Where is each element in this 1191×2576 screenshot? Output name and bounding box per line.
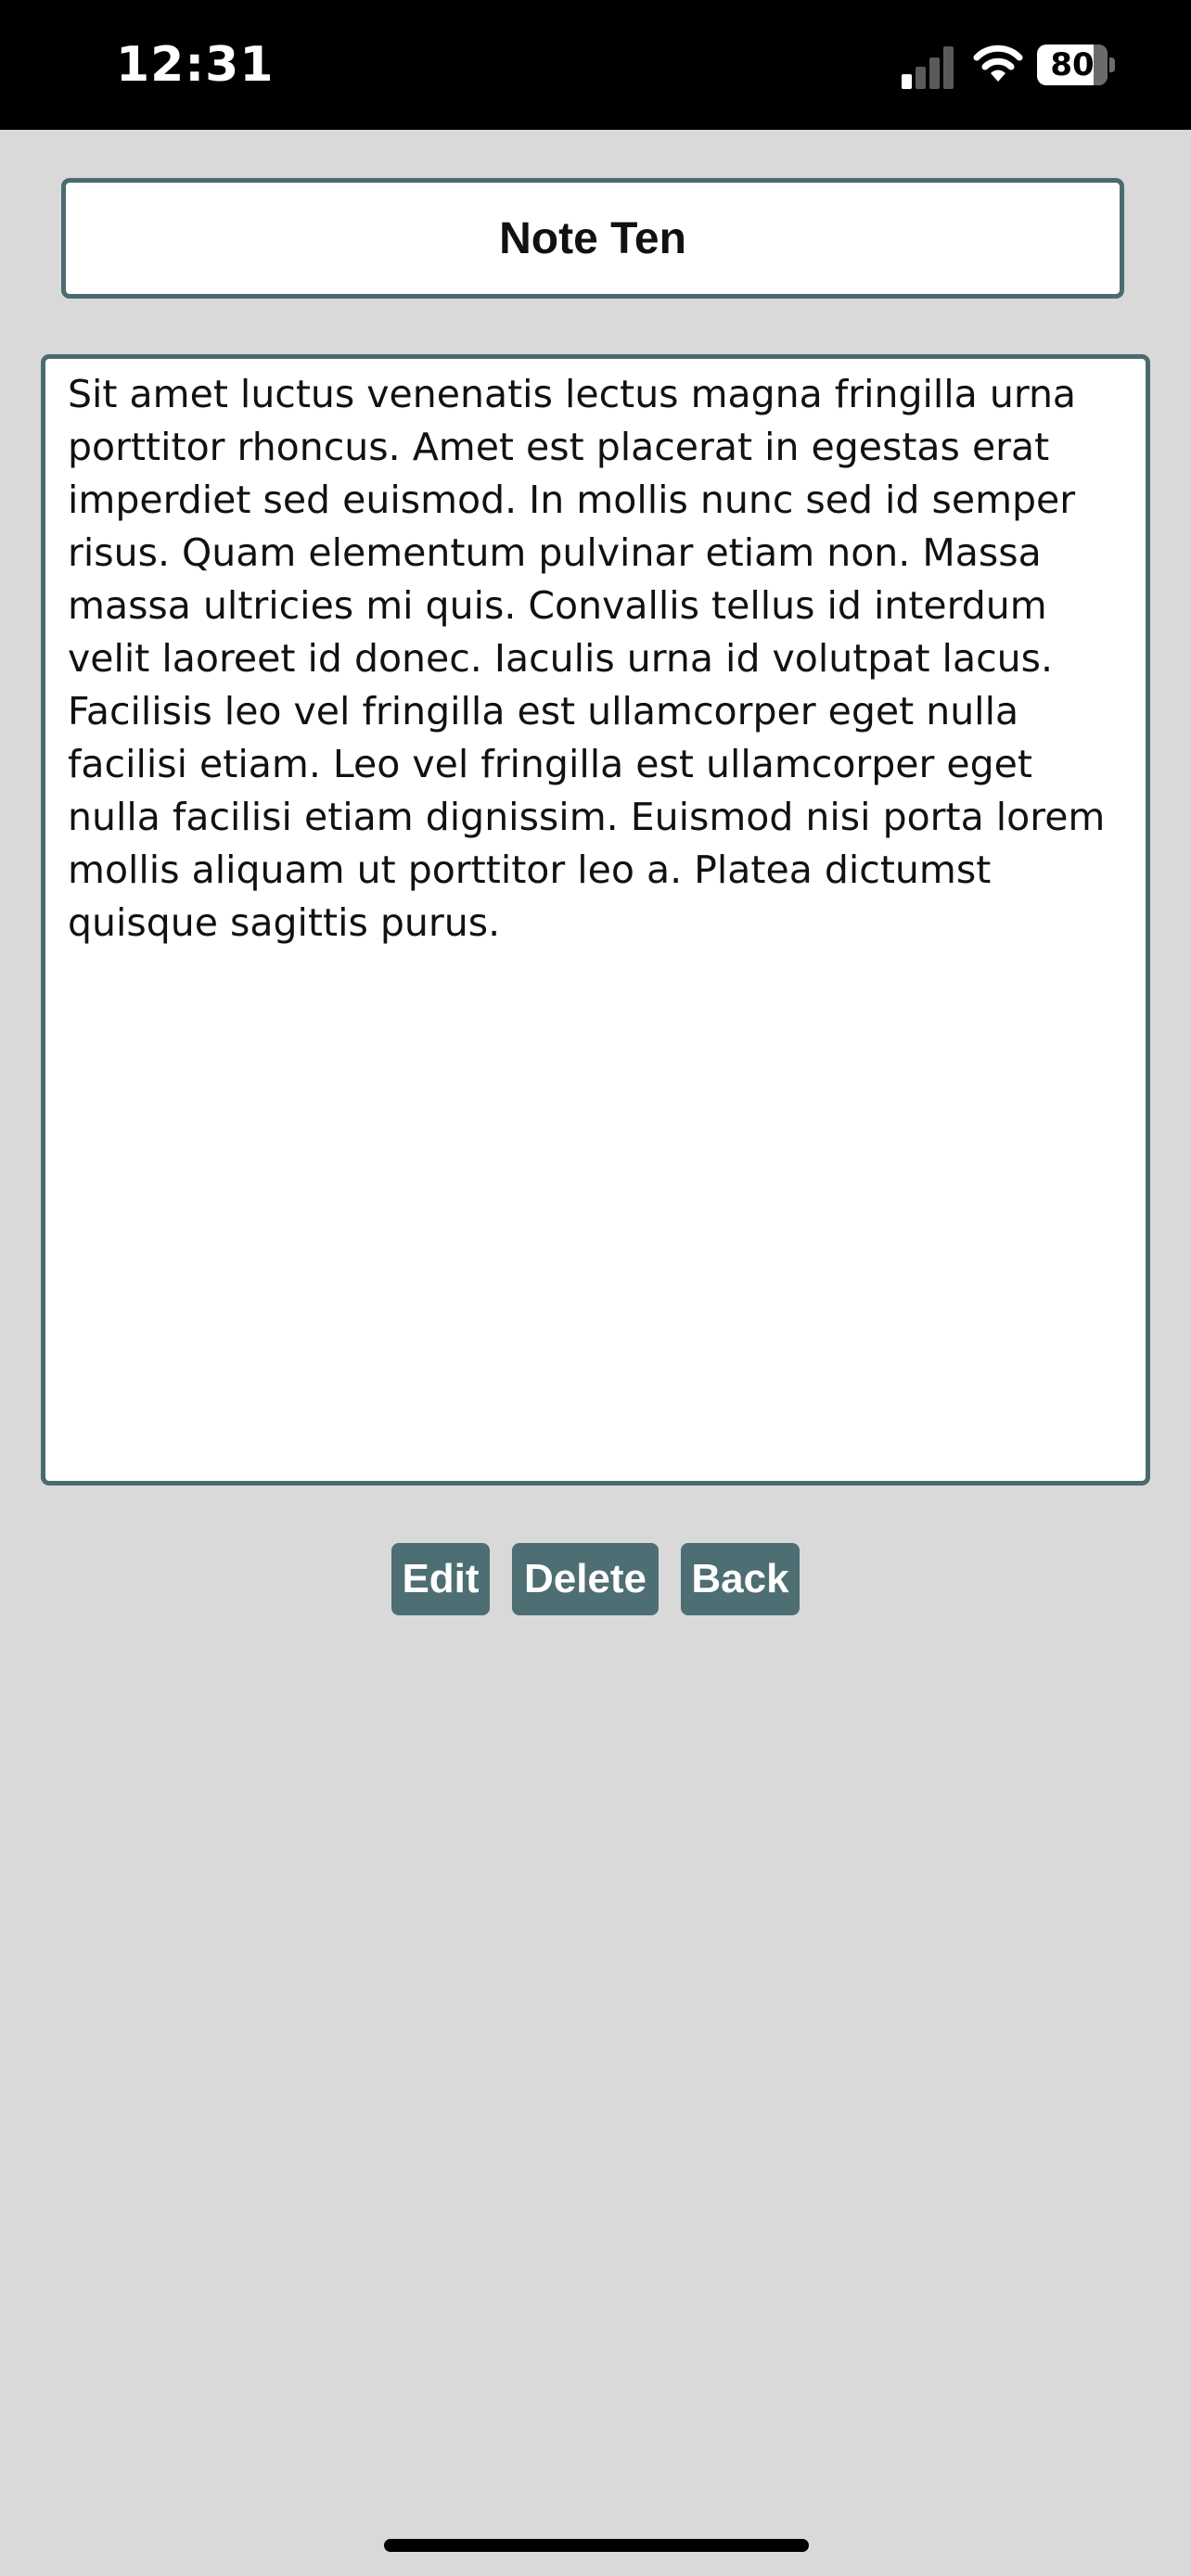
home-indicator[interactable] <box>384 2539 809 2552</box>
delete-button[interactable]: Delete <box>512 1543 659 1615</box>
battery-icon: 80 <box>1037 45 1117 85</box>
note-body-field[interactable]: Sit amet luctus venenatis lectus magna f… <box>41 354 1150 1486</box>
status-time: 12:31 <box>116 37 275 93</box>
note-title-field: Note Ten <box>61 178 1124 299</box>
back-button[interactable]: Back <box>681 1543 800 1615</box>
note-body-text: Sit amet luctus venenatis lectus magna f… <box>68 372 1106 945</box>
note-title: Note Ten <box>499 213 686 263</box>
edit-button[interactable]: Edit <box>391 1543 490 1615</box>
status-bar: 12:31 80 <box>0 0 1191 130</box>
action-bar: Edit Delete Back <box>0 1543 1191 1615</box>
wifi-icon <box>973 45 1023 82</box>
cellular-signal-icon <box>902 46 954 89</box>
battery-level: 80 <box>1050 46 1095 83</box>
